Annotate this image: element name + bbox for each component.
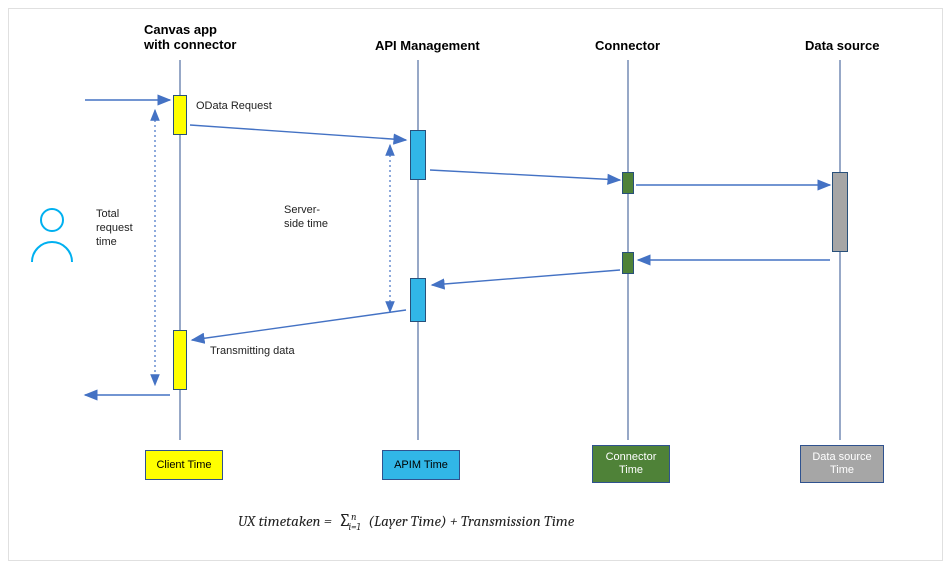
- lifeline-datasource-title: Data source: [805, 38, 879, 53]
- activation-connector-2: [622, 252, 634, 274]
- formula-sum-lo: i=1: [349, 521, 361, 533]
- activation-apim-2: [410, 278, 426, 322]
- lifeline-connector-title: Connector: [595, 38, 660, 53]
- activation-datasource: [832, 172, 848, 252]
- formula-plus: +: [447, 512, 461, 530]
- box-client-time: Client Time: [145, 450, 223, 480]
- lifeline-apim-title: API Management: [375, 38, 480, 53]
- activation-canvas-2: [173, 330, 187, 390]
- activation-connector-1: [622, 172, 634, 194]
- activation-canvas-1: [173, 95, 187, 135]
- label-server-side-time: Server- side time: [284, 204, 328, 232]
- l: side time: [284, 218, 328, 232]
- label-total-request-time: Total request time: [96, 208, 133, 249]
- formula-term1: (Layer Time): [368, 512, 446, 530]
- l: Total: [96, 208, 133, 222]
- l: request: [96, 222, 133, 236]
- l: Time: [830, 464, 854, 476]
- box-connector-time: ConnectorTime: [592, 445, 670, 483]
- l: Connector: [606, 451, 657, 463]
- l: Data source: [812, 451, 871, 463]
- label-odata-request: OData Request: [196, 100, 272, 112]
- activation-apim-1: [410, 130, 426, 180]
- formula-term2: Transmission Time: [461, 512, 574, 530]
- formula-lhs: UX timetaken: [238, 512, 321, 530]
- box-datasource-time: Data sourceTime: [800, 445, 884, 483]
- box-apim-time: APIM Time: [382, 450, 460, 480]
- label: with connector: [144, 37, 236, 52]
- label-transmitting-data: Transmitting data: [210, 345, 295, 357]
- l: Server-: [284, 204, 328, 218]
- formula-eq: =: [321, 512, 336, 530]
- lifeline-canvas-title: Canvas app with connector: [144, 22, 236, 52]
- formula: UX timetaken = ∑ni=1(Layer Time) + Trans…: [238, 510, 574, 533]
- l: Time: [619, 464, 643, 476]
- l: time: [96, 236, 133, 250]
- label: Canvas app: [144, 22, 236, 37]
